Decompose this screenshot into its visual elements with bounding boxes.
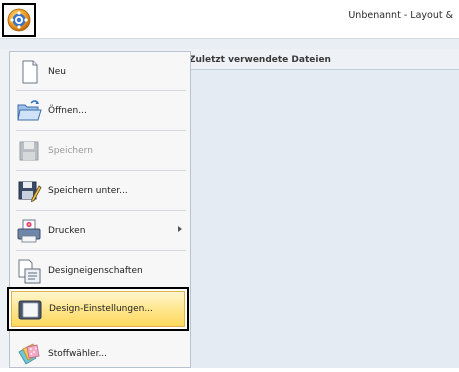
menu-item-fabric-selector[interactable]: Stoffwähler...	[14, 335, 188, 372]
menu-item-design-properties[interactable]: Designeigenschaften	[14, 252, 188, 289]
printer-icon	[17, 219, 41, 242]
design-properties-icon	[18, 259, 41, 283]
menu-item-save[interactable]: Speichern	[14, 132, 188, 169]
menu-item-new[interactable]: Neu	[14, 53, 188, 90]
fabric-selector-icon	[18, 342, 40, 365]
menu-item-save-as-label: Speichern unter...	[48, 185, 128, 196]
menu-item-new-label: Neu	[48, 66, 66, 77]
menu-item-print-label: Drucken	[48, 225, 86, 236]
menu-item-design-settings[interactable]: Design-Einstellungen...	[7, 287, 189, 331]
save-icon	[19, 141, 39, 160]
recent-files-panel: Zuletzt verwendete Dateien	[183, 51, 459, 368]
menu-item-save-as[interactable]: Speichern unter...	[14, 172, 188, 209]
open-folder-icon	[17, 99, 42, 120]
menu-item-fabric-selector-label: Stoffwähler...	[48, 348, 108, 359]
new-document-icon	[22, 60, 38, 83]
menu-separator	[16, 130, 186, 131]
menu-item-design-properties-label: Designeigenschaften	[48, 265, 143, 276]
menu-separator	[16, 170, 186, 171]
application-menu-button[interactable]	[2, 3, 36, 37]
app-logo-icon	[7, 8, 31, 32]
submenu-arrow-icon	[178, 226, 182, 232]
menu-separator	[16, 250, 186, 251]
title-bar: Unbenannt - Layout &	[0, 0, 459, 39]
menu-item-print[interactable]: Drucken	[14, 212, 188, 249]
design-settings-icon	[18, 300, 42, 320]
menu-item-open-label: Öffnen...	[48, 105, 87, 116]
menu-separator	[16, 90, 186, 91]
window-title: Unbenannt - Layout &	[348, 10, 453, 21]
save-as-icon	[18, 181, 42, 202]
menu-item-open[interactable]: Öffnen...	[14, 92, 188, 129]
ribbon-strip	[0, 39, 459, 49]
recent-files-header: Zuletzt verwendete Dateien	[184, 51, 459, 70]
menu-separator	[16, 210, 186, 211]
menu-item-save-label: Speichern	[48, 145, 93, 156]
recent-files-title: Zuletzt verwendete Dateien	[189, 55, 331, 65]
menu-item-design-settings-label: Design-Einstellungen...	[49, 304, 153, 314]
